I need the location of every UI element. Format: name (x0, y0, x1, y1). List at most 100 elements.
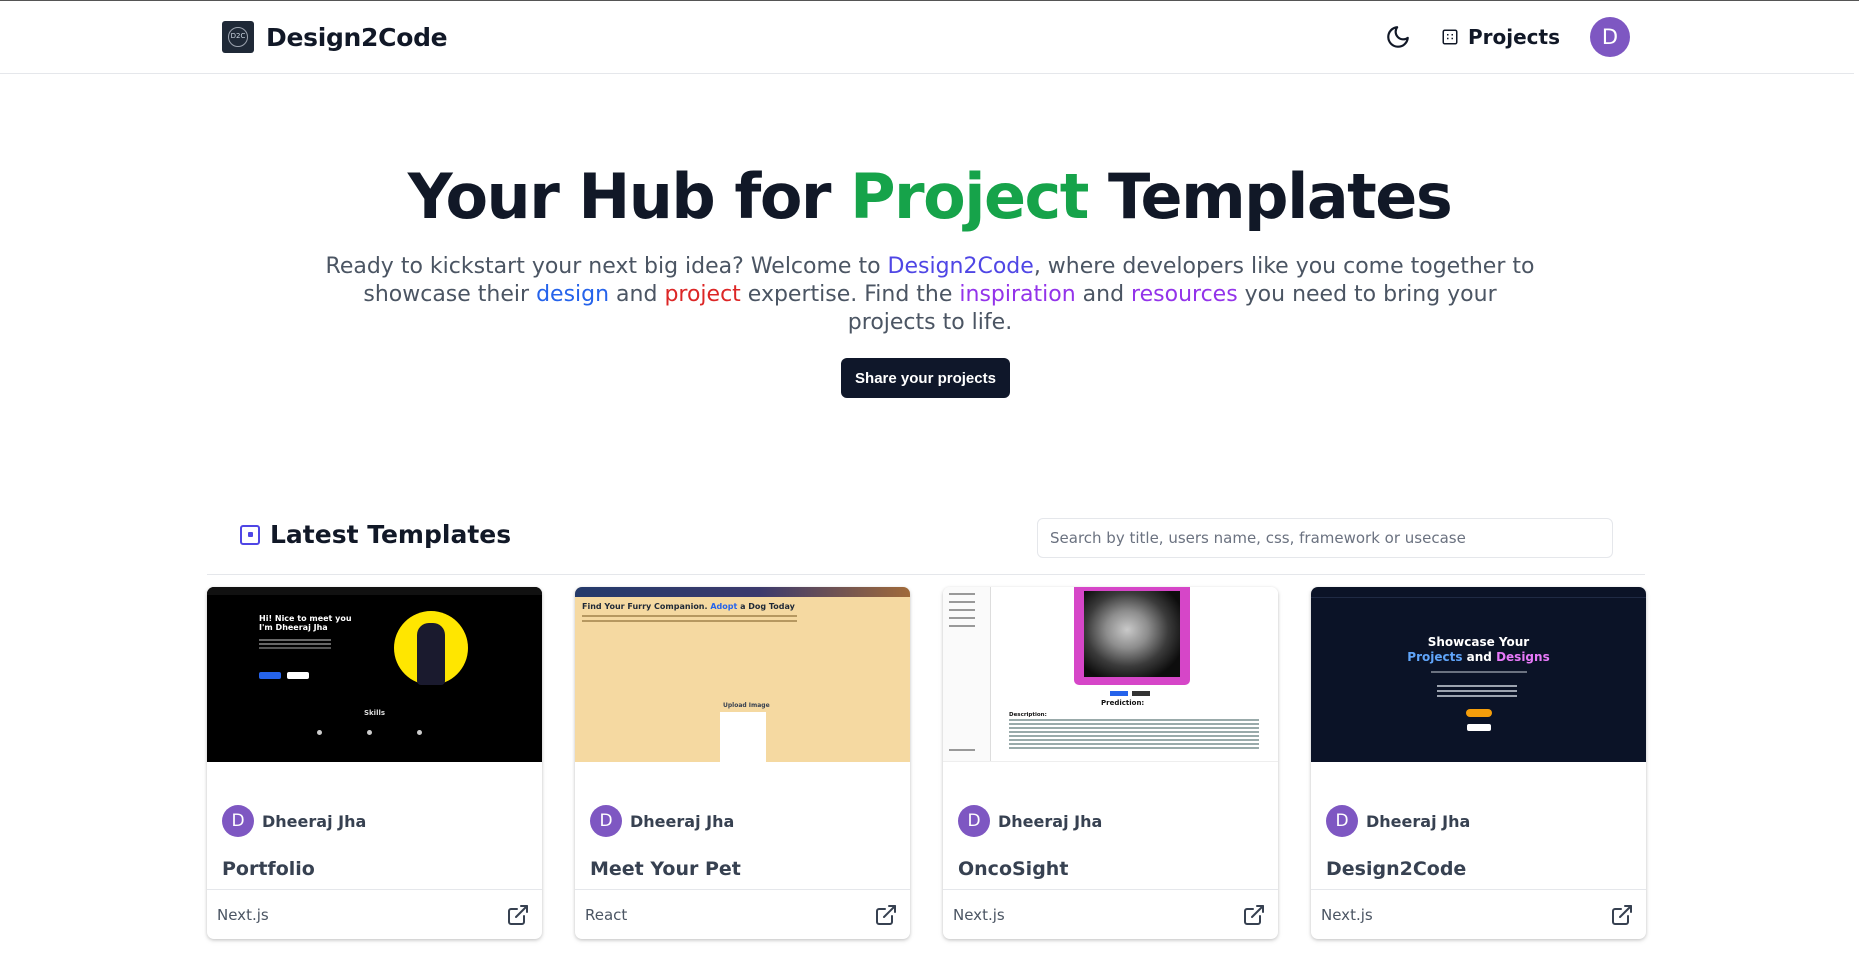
card-footer: Next.js (207, 889, 542, 939)
author-avatar: D (222, 805, 254, 837)
card-footer: React (575, 889, 910, 939)
section-title: Latest Templates (270, 520, 512, 549)
hero-sub-text: and (609, 282, 665, 307)
card-footer: Next.js (1311, 889, 1646, 939)
card-title: Meet Your Pet (590, 858, 741, 880)
thumb-heading-text: a Dog Today (737, 602, 795, 611)
thumb-sidebar (943, 587, 991, 761)
thumb-skill-icons (317, 730, 437, 735)
card-thumbnail[interactable]: Find Your Furry Companion. Adopt a Dog T… (575, 587, 910, 762)
thumb-text-lines (582, 615, 797, 617)
template-card[interactable]: Hi! Nice to meet you I'm Dheeraj Jha Skil… (207, 587, 542, 939)
thumb-navbar (1311, 587, 1646, 598)
hero-sub-design: design (536, 282, 610, 307)
hero-title-highlight: Project (850, 160, 1089, 233)
card-thumbnail[interactable]: Hi! Nice to meet you I'm Dheeraj Jha Skil… (207, 587, 542, 762)
card-author[interactable]: D Dheeraj Jha (590, 805, 734, 837)
hero-subtitle: Ready to kickstart your next big idea? W… (320, 253, 1540, 337)
hero-sub-text: Ready to kickstart your next big idea? W… (325, 254, 888, 279)
card-title: OncoSight (958, 858, 1069, 880)
thumb-heading-line: Showcase Your (1427, 635, 1530, 649)
hero-sub-text: and (1075, 282, 1132, 307)
share-projects-button[interactable]: Share your projects (841, 358, 1010, 398)
brand[interactable]: D2C Design2Code (222, 21, 448, 53)
author-name: Dheeraj Jha (998, 811, 1103, 831)
author-avatar: D (1326, 805, 1358, 837)
user-avatar[interactable]: D (1590, 17, 1630, 57)
thumb-upload-label: Upload Image (723, 702, 770, 709)
framework-tag: Next.js (217, 905, 269, 924)
hero-sub-resources: resources (1131, 282, 1238, 307)
card-author[interactable]: D Dheeraj Jha (1326, 805, 1470, 837)
thumb-heading-accent: Adopt (710, 602, 738, 611)
template-card-list: Hi! Nice to meet you I'm Dheeraj Jha Skil… (207, 587, 1646, 939)
thumb-description-label: Description: (1009, 712, 1047, 718)
thumb-text-line (1431, 671, 1527, 673)
framework-tag: Next.js (1321, 905, 1373, 924)
hero-sub-text: expertise. Find the (740, 282, 960, 307)
thumb-heading-projects: Projects (1407, 650, 1463, 664)
thumb-upload-box (720, 712, 766, 762)
templates-icon (240, 524, 260, 545)
author-avatar: D (958, 805, 990, 837)
thumb-mri-image (1084, 591, 1180, 677)
thumb-skills-label: Skills (363, 709, 386, 717)
moon-icon[interactable] (1385, 24, 1411, 50)
thumb-heading: Find Your Furry Companion. Adopt a Dog T… (582, 602, 795, 611)
hero-title-part1: Your Hub for (407, 160, 851, 233)
template-card[interactable]: Prediction: Description: D Dheeraj Jha O… (943, 587, 1278, 939)
d2c-logo-icon: D2C (222, 21, 254, 53)
projects-icon (1442, 29, 1458, 45)
external-link-icon[interactable] (1610, 903, 1634, 927)
framework-tag: Next.js (953, 905, 1005, 924)
thumb-navbar (575, 587, 910, 597)
thumb-heading: Showcase Your Projects and Designs (1311, 635, 1646, 665)
card-author[interactable]: D Dheeraj Jha (958, 805, 1102, 837)
thumb-avatars (1466, 709, 1492, 717)
card-thumbnail[interactable]: Showcase Your Projects and Designs (1311, 587, 1646, 762)
thumb-heading-text: Find Your Furry Companion. (582, 602, 711, 611)
projects-label: Projects (1467, 25, 1560, 49)
nav-actions: Projects D (1385, 17, 1630, 57)
thumb-heading-designs: Designs (1496, 650, 1550, 664)
logo-mark: D2C (228, 27, 248, 47)
card-title: Portfolio (222, 858, 315, 880)
thumb-text-lines (259, 639, 331, 641)
template-card[interactable]: Find Your Furry Companion. Adopt a Dog T… (575, 587, 910, 939)
projects-link[interactable]: Projects (1441, 25, 1560, 49)
thumb-greeting-line: Hi! Nice to meet you (259, 614, 352, 623)
card-footer: Next.js (943, 889, 1278, 939)
thumb-heading-and: and (1462, 650, 1497, 664)
thumb-greeting: Hi! Nice to meet you I'm Dheeraj Jha (259, 614, 352, 632)
framework-tag: React (585, 905, 628, 924)
thumb-button (1467, 724, 1491, 731)
external-link-icon[interactable] (506, 903, 530, 927)
brand-name: Design2Code (266, 22, 448, 52)
thumb-text-lines (1009, 719, 1259, 721)
external-link-icon[interactable] (1242, 903, 1266, 927)
hero-title: Your Hub for Project Templates (0, 160, 1859, 233)
hero-sub-inspiration: inspiration (959, 282, 1076, 307)
thumb-button-primary (259, 672, 281, 679)
navbar: D2C Design2Code Projects D (0, 1, 1854, 74)
template-card[interactable]: Showcase Your Projects and Designs D Dhee… (1311, 587, 1646, 939)
thumb-greeting-line: I'm Dheeraj Jha (259, 623, 328, 632)
thumb-buttons (1110, 691, 1156, 696)
thumb-scan-frame (1074, 587, 1190, 685)
thumb-bullet-lines (1437, 685, 1517, 687)
search-input[interactable] (1037, 518, 1613, 558)
author-name: Dheeraj Jha (1366, 811, 1471, 831)
section-divider (207, 574, 1645, 575)
thumb-button-secondary (287, 672, 309, 679)
card-thumbnail[interactable]: Prediction: Description: (943, 587, 1278, 762)
hero-sub-design2code: Design2Code (887, 254, 1034, 279)
external-link-icon[interactable] (874, 903, 898, 927)
card-author[interactable]: D Dheeraj Jha (222, 805, 366, 837)
author-avatar: D (590, 805, 622, 837)
thumb-navbar (207, 587, 542, 595)
card-title: Design2Code (1326, 858, 1467, 880)
thumb-profile-photo (417, 623, 445, 685)
hero-sub-project: project (664, 282, 741, 307)
author-name: Dheeraj Jha (630, 811, 735, 831)
author-name: Dheeraj Jha (262, 811, 367, 831)
